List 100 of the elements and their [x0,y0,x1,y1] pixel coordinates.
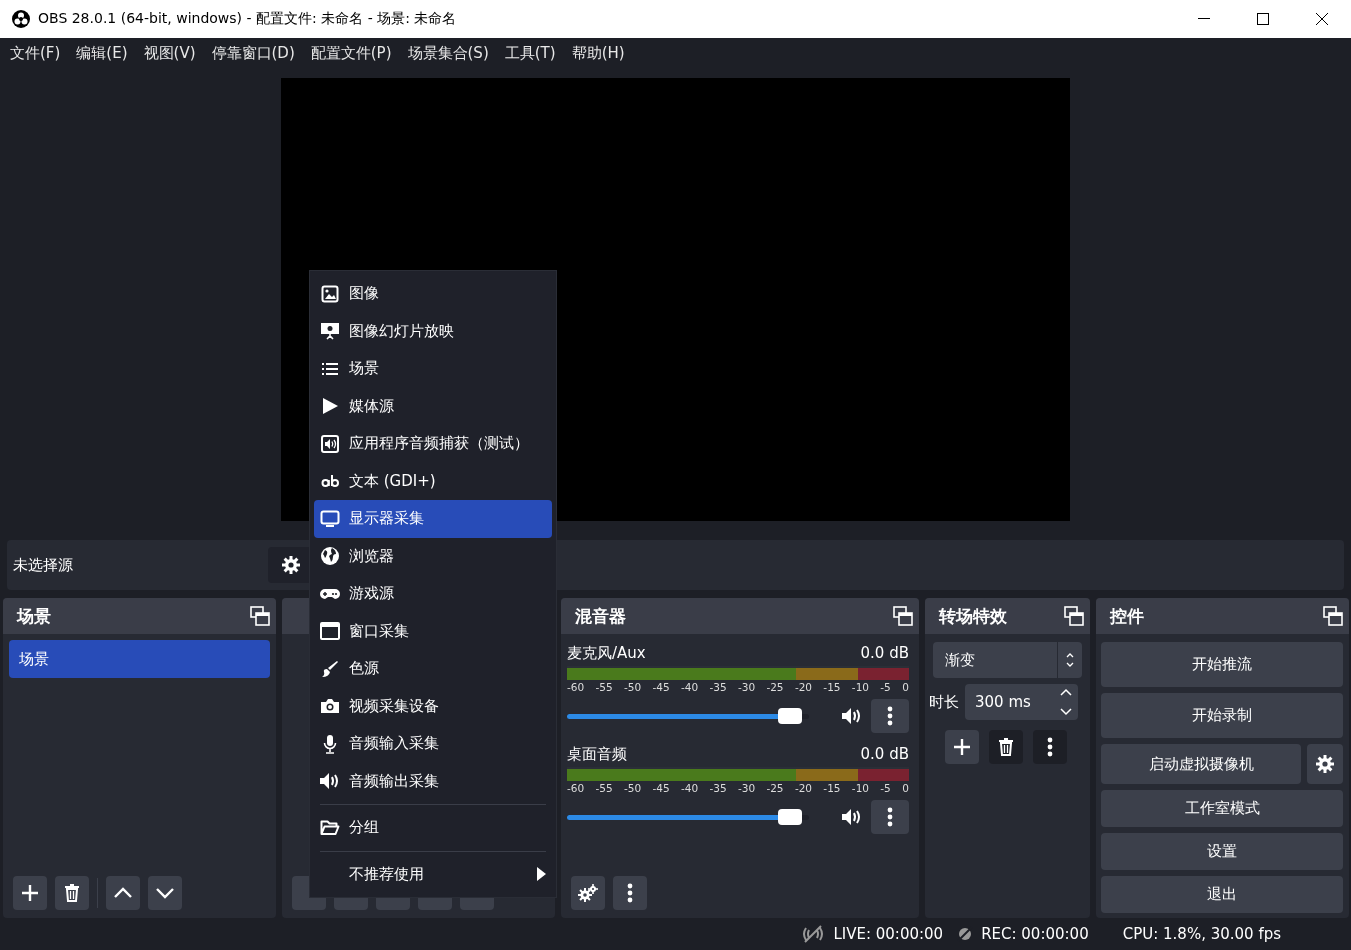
scale-label: -15 [823,782,841,794]
chevron-up-icon [114,887,132,899]
volume-slider[interactable] [567,809,809,825]
trash-icon [998,738,1014,756]
minimize-icon [1197,18,1210,20]
scale-label: 0 [902,681,909,693]
mute-button[interactable] [841,808,863,826]
menu-item[interactable]: 分组 [314,809,552,847]
speaker-icon [841,808,863,826]
move-up-button[interactable] [106,876,140,910]
menu-item[interactable]: 显示器采集 [314,500,552,538]
more-icon [887,807,893,827]
volume-slider[interactable] [567,708,809,724]
scale-label: -30 [737,681,756,693]
menu-item[interactable]: 场景 [314,350,552,388]
control-button[interactable]: 开始录制 [1101,693,1343,738]
scale-label: -20 [794,681,813,693]
play-icon [321,397,339,416]
menu-item[interactable]: 音频输出采集 [314,762,552,800]
scale-label: -5 [880,681,891,693]
menu-item[interactable]: 场景集合(S) [399,43,497,63]
scale-label: -60 [567,782,585,794]
scale-label: -55 [595,782,613,794]
live-timer: LIVE: 00:00:00 [833,925,944,943]
app-logo-icon [12,10,30,28]
menu-item[interactable]: 色源 [314,650,552,688]
add-button[interactable] [13,876,47,910]
submenu-item[interactable]: 不推荐使用 [314,855,552,893]
scale-label: -45 [652,782,670,794]
add-button[interactable] [945,730,979,764]
more-icon [627,883,633,903]
settings-button[interactable] [1307,744,1343,784]
scale-label: -60 [567,681,585,693]
more-button[interactable] [1033,730,1067,764]
control-button[interactable]: 工作室模式 [1101,790,1343,827]
scale-label: -40 [680,681,699,693]
scene-item[interactable]: 场景 [9,640,270,678]
plus-icon [21,884,39,902]
dock-title: 场景 [17,604,52,628]
menu-item[interactable]: 编辑(E) [68,43,136,63]
undock-icon[interactable] [1323,606,1343,626]
transition-dropdown[interactable]: 渐变 [933,642,1082,678]
control-button[interactable]: 退出 [1101,876,1343,913]
scale-label: -50 [623,782,642,794]
scale-label: -40 [680,782,699,794]
image-icon [321,284,339,303]
more-button[interactable] [871,800,909,834]
menu-item[interactable]: 停靠窗口(D) [203,43,303,63]
menu-item[interactable]: 帮助(H) [563,43,633,63]
menu-item[interactable]: 图像幻灯片放映 [314,312,552,350]
menu-item[interactable]: 应用程序音频捕获（测试） [314,425,552,463]
scale-label: -35 [709,782,727,794]
menu-item[interactable]: 图像 [314,275,552,313]
scale-label: -45 [652,681,670,693]
control-button[interactable]: 开始推流 [1101,642,1343,687]
menu-item[interactable]: 文件(F) [2,43,69,63]
delete-button[interactable] [989,730,1023,764]
menu-item[interactable]: 游戏源 [314,575,552,613]
menu-item[interactable]: 音频输入采集 [314,725,552,763]
menu-item[interactable]: 工具(T) [496,43,564,63]
globe-icon [320,546,340,567]
menu-item[interactable]: 配置文件(P) [302,43,400,63]
volume-reading: 0.0 dB [860,745,909,764]
scale-label: -30 [737,782,756,794]
move-down-button[interactable] [148,876,182,910]
scale-label: -55 [595,681,613,693]
slider-thumb[interactable] [778,809,803,825]
recording-off-icon [957,926,974,942]
scale-label: -10 [851,681,869,693]
control-button[interactable]: 启动虚拟摄像机 [1101,744,1301,784]
scale-label: -5 [880,782,891,794]
scale-label: -35 [709,681,727,693]
scale-label: -10 [851,782,869,794]
speaker-icon [841,707,863,725]
more-button[interactable] [871,699,909,733]
slider-thumb[interactable] [778,708,803,724]
menu-item[interactable]: 媒体源 [314,387,552,425]
menu-item[interactable]: 视频采集设备 [314,687,552,725]
delete-button[interactable] [55,876,89,910]
control-button[interactable]: 设置 [1101,833,1343,870]
more-button[interactable] [613,876,647,910]
maximize-icon [1256,13,1269,25]
spinner-arrows-icon [1065,651,1075,669]
duration-field[interactable]: 300 ms [965,684,1078,720]
menu-item[interactable]: 视图(V) [135,43,204,63]
camera-icon [320,698,340,715]
undock-icon[interactable] [893,606,913,626]
mute-button[interactable] [841,707,863,725]
scale-label: -25 [766,681,784,693]
dock-title: 转场特效 [939,604,1008,628]
scale-label: -15 [823,681,841,693]
undock-icon[interactable] [250,606,270,626]
settings-icon [282,556,300,574]
menu-item[interactable]: 文本 (GDI+) [314,462,552,500]
undock-icon[interactable] [1064,606,1084,626]
menu-item[interactable]: 浏览器 [314,537,552,575]
settings-button[interactable] [571,876,605,910]
menu-item[interactable]: 窗口采集 [314,612,552,650]
brush-icon [321,659,339,678]
duration-label: 时长 [929,692,959,712]
